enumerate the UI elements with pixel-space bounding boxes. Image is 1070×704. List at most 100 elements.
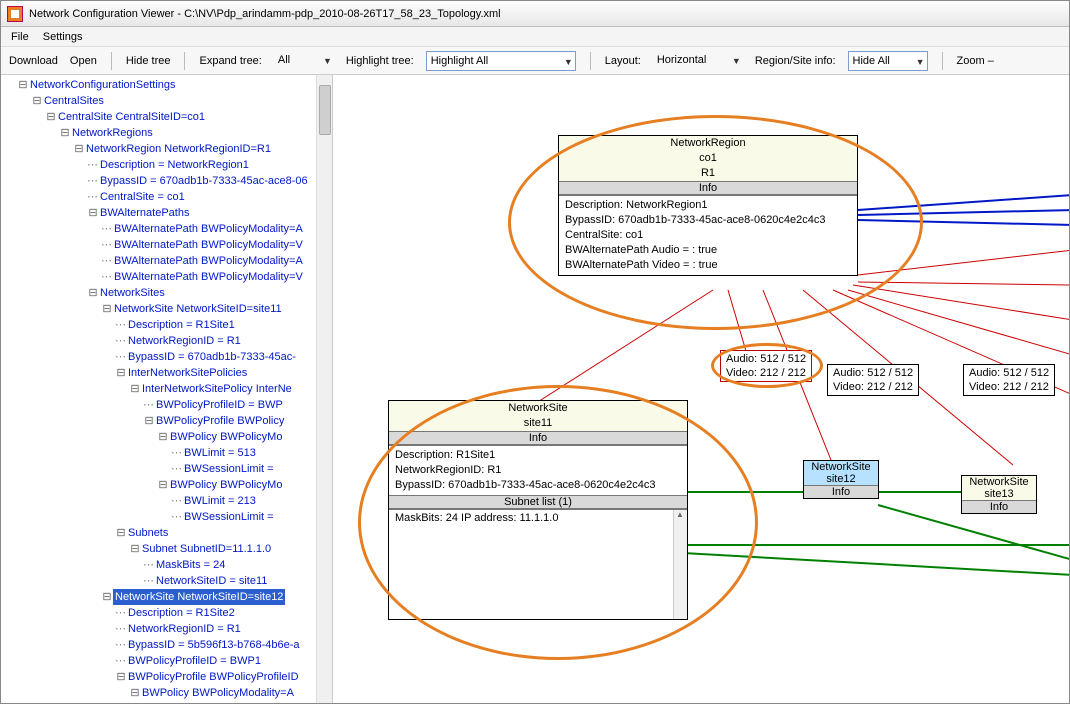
- tree-scrollbar[interactable]: [316, 75, 332, 703]
- link-audio: Audio: 512 / 512: [969, 366, 1049, 380]
- separator: [111, 52, 112, 70]
- tree-node[interactable]: ⋯Description = R1Site2: [5, 605, 332, 621]
- layout-combo[interactable]: Horizontal: [653, 51, 743, 71]
- separator: [942, 52, 943, 70]
- tree-node[interactable]: ⋯CentralSite = co1: [5, 189, 332, 205]
- tree-node[interactable]: ⋯BypassID = 5b596f13-b768-4b6e-a: [5, 637, 332, 653]
- info-line: BypassID: 670adb1b-7333-45ac-ace8-0620c4…: [565, 213, 851, 228]
- window-title: Network Configuration Viewer - C:\NV\Pdp…: [29, 8, 501, 20]
- box-title: site12: [804, 473, 878, 485]
- tree-node[interactable]: ⊟CentralSite CentralSiteID=co1: [5, 109, 332, 125]
- tree-node[interactable]: ⊟NetworkRegions: [5, 125, 332, 141]
- tree-node[interactable]: ⋯BWPolicyProfileID = BWP1: [5, 653, 332, 669]
- box-title: R1: [559, 166, 857, 181]
- highlighttree-label: Highlight tree:: [346, 55, 414, 67]
- highlighttree-combo[interactable]: Highlight All: [426, 51, 576, 71]
- toolbar: Download Open Hide tree Expand tree: All…: [1, 47, 1069, 75]
- zoom-label[interactable]: Zoom –: [957, 55, 994, 67]
- info-line: Description: NetworkRegion1: [565, 198, 851, 213]
- subnet-list: MaskBits: 24 IP address: 11.1.1.0: [389, 509, 687, 619]
- link-label: Audio: 512 / 512 Video: 212 / 212: [827, 364, 919, 396]
- tree-node[interactable]: ⋯BWSessionLimit =: [5, 461, 332, 477]
- expandtree-combo[interactable]: All: [274, 51, 334, 71]
- box-body: Description: R1Site1 NetworkRegionID: R1…: [389, 445, 687, 495]
- networksite13-box[interactable]: NetworkSite site13 Info: [961, 475, 1037, 514]
- networkregion-box[interactable]: NetworkRegion co1 R1 Info Description: N…: [558, 135, 858, 276]
- info-button[interactable]: Info: [559, 181, 857, 195]
- link-video: Video: 212 / 212: [969, 380, 1049, 394]
- tree-node[interactable]: ⋯NetworkRegionID = R1: [5, 333, 332, 349]
- networksite11-box[interactable]: NetworkSite site11 Info Description: R1S…: [388, 400, 688, 620]
- info-button[interactable]: Info: [389, 431, 687, 445]
- tree-node[interactable]: ⊟BWPolicy BWPolicyModality=A: [5, 685, 332, 701]
- tree-node[interactable]: ⊟Subnets: [5, 525, 332, 541]
- tree-panel: ⊟NetworkConfigurationSettings ⊟CentralSi…: [1, 75, 333, 703]
- tree-node[interactable]: ⋯BWSessionLimit =: [5, 509, 332, 525]
- layout-label: Layout:: [605, 55, 641, 67]
- link-label: Audio: 512 / 512 Video: 212 / 212: [720, 350, 812, 382]
- app-icon: [7, 6, 23, 22]
- diagram-canvas[interactable]: NetworkRegion co1 R1 Info Description: N…: [333, 75, 1069, 703]
- tree-node[interactable]: ⋯MaskBits = 24: [5, 557, 332, 573]
- tree-node[interactable]: ⋯Description = R1Site1: [5, 317, 332, 333]
- tree-node[interactable]: ⋯BWAlternatePath BWPolicyModality=A: [5, 253, 332, 269]
- box-title: NetworkSite: [389, 401, 687, 416]
- tree-node[interactable]: ⋯BWLimit = 213: [5, 493, 332, 509]
- tree-node[interactable]: ⋯BWAlternatePath BWPolicyModality=V: [5, 269, 332, 285]
- tree-node[interactable]: ⊟NetworkSite NetworkSiteID=site11: [5, 301, 332, 317]
- download-button[interactable]: Download: [9, 55, 58, 67]
- info-button[interactable]: Info: [804, 485, 878, 498]
- box-title: site13: [962, 488, 1036, 500]
- regioninfo-label: Region/Site info:: [755, 55, 836, 67]
- tree-node-selected[interactable]: ⊟NetworkSite NetworkSiteID=site12: [5, 589, 332, 605]
- tree-node[interactable]: ⋯BWPolicyProfileID = BWP: [5, 397, 332, 413]
- tree-node[interactable]: ⋯BWLimit = 513: [5, 445, 332, 461]
- menu-settings[interactable]: Settings: [43, 31, 83, 43]
- tree-node[interactable]: ⊟BWPolicyProfile BWPolicy: [5, 413, 332, 429]
- tree-node[interactable]: ⋯BWAlternatePath BWPolicyModality=A: [5, 221, 332, 237]
- tree-node[interactable]: ⊟BWPolicy BWPolicyMo: [5, 429, 332, 445]
- tree-node[interactable]: ⋯BypassID = 670adb1b-7333-45ac-: [5, 349, 332, 365]
- box-title: NetworkRegion: [559, 136, 857, 151]
- tree-node[interactable]: ⋯BWLimit = 512: [5, 701, 332, 703]
- tree-node[interactable]: ⋯BWAlternatePath BWPolicyModality=V: [5, 237, 332, 253]
- tree-node[interactable]: ⊟Subnet SubnetID=11.1.1.0: [5, 541, 332, 557]
- tree-node[interactable]: ⋯BypassID = 670adb1b-7333-45ac-ace8-06: [5, 173, 332, 189]
- tree-node[interactable]: ⊟BWAlternatePaths: [5, 205, 332, 221]
- info-line: BWAlternatePath Audio = : true: [565, 243, 851, 258]
- tree-node[interactable]: ⊟NetworkRegion NetworkRegionID=R1: [5, 141, 332, 157]
- link-label: Audio: 512 / 512 Video: 212 / 212: [963, 364, 1055, 396]
- tree-node[interactable]: ⊟NetworkSites: [5, 285, 332, 301]
- tree-node[interactable]: ⊟InterNetworkSitePolicy InterNe: [5, 381, 332, 397]
- open-button[interactable]: Open: [70, 55, 97, 67]
- link-video: Video: 212 / 212: [833, 380, 913, 394]
- box-title: NetworkSite: [962, 476, 1036, 488]
- box-title: site11: [389, 416, 687, 431]
- networksite12-box[interactable]: NetworkSite site12 Info: [803, 460, 879, 499]
- info-button[interactable]: Info: [962, 500, 1036, 513]
- subnet-header: Subnet list (1): [389, 495, 687, 509]
- box-title: co1: [559, 151, 857, 166]
- separator: [590, 52, 591, 70]
- tree-node[interactable]: ⋯NetworkRegionID = R1: [5, 621, 332, 637]
- expandtree-label: Expand tree:: [199, 55, 261, 67]
- regioninfo-combo[interactable]: Hide All: [848, 51, 928, 71]
- link-audio: Audio: 512 / 512: [833, 366, 913, 380]
- hidetree-button[interactable]: Hide tree: [126, 55, 171, 67]
- separator: [184, 52, 185, 70]
- menu-file[interactable]: File: [11, 31, 29, 43]
- tree-node[interactable]: ⊟BWPolicy BWPolicyMo: [5, 477, 332, 493]
- link-audio: Audio: 512 / 512: [726, 352, 806, 366]
- tree-node[interactable]: ⋯NetworkSiteID = site11: [5, 573, 332, 589]
- menubar: File Settings: [1, 27, 1069, 47]
- tree-node[interactable]: ⊟NetworkConfigurationSettings: [5, 77, 332, 93]
- tree-node[interactable]: ⋯Description = NetworkRegion1: [5, 157, 332, 173]
- tree-node[interactable]: ⊟CentralSites: [5, 93, 332, 109]
- tree-node[interactable]: ⊟BWPolicyProfile BWPolicyProfileID: [5, 669, 332, 685]
- box-title: NetworkSite: [804, 461, 878, 473]
- list-scrollbar[interactable]: [673, 510, 687, 619]
- box-body: Description: NetworkRegion1 BypassID: 67…: [559, 195, 857, 275]
- info-line: BWAlternatePath Video = : true: [565, 258, 851, 273]
- tree-node[interactable]: ⊟InterNetworkSitePolicies: [5, 365, 332, 381]
- titlebar: Network Configuration Viewer - C:\NV\Pdp…: [1, 1, 1069, 27]
